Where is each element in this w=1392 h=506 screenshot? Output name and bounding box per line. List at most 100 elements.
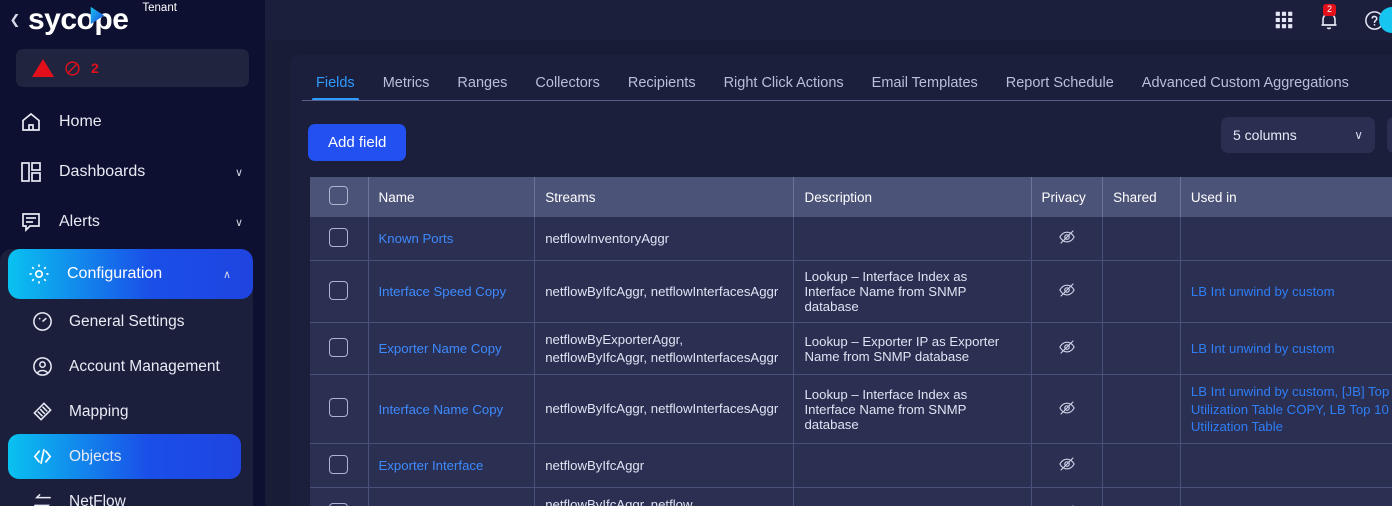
columns-select-value: 5 columns <box>1233 127 1297 143</box>
cell-streams: netflowInventoryAggr <box>534 217 795 261</box>
cell-privacy <box>1031 487 1104 506</box>
column-header-streams[interactable]: Streams <box>534 177 795 217</box>
sidebar-group-configuration: Configuration ∧ General Settings Account… <box>0 249 253 506</box>
column-header-name[interactable]: Name <box>368 177 536 217</box>
home-icon <box>18 110 43 135</box>
columns-select[interactable]: 5 columns ∨ <box>1221 117 1375 153</box>
tab-right-click-actions[interactable]: Right Click Actions <box>710 69 858 101</box>
alert-summary-pill[interactable]: 2 <box>16 49 249 87</box>
description-text: Lookup – Exporter IP as Exporter Name fr… <box>804 333 1000 364</box>
column-header-used-in[interactable]: Used in <box>1180 177 1392 217</box>
tab-fields[interactable]: Fields <box>302 69 369 101</box>
fields-table: Name Streams Description Privacy Shared … <box>310 177 1392 506</box>
field-name-link[interactable]: Known Ports <box>379 231 454 246</box>
description-text: Lookup – Interface Index as Interface Na… <box>804 269 968 314</box>
column-header-privacy[interactable]: Privacy <box>1031 177 1104 217</box>
row-checkbox[interactable] <box>329 280 349 300</box>
sidebar-item-dashboards[interactable]: Dashboards ∨ <box>0 147 265 197</box>
brand-header: ❮ sycope Tenant <box>0 0 265 40</box>
table-row: Interface Name Copy netflowByIfcAggr, net… <box>310 374 1392 445</box>
tab-email-templates[interactable]: Email Templates <box>858 69 992 101</box>
search-box[interactable] <box>1387 117 1392 153</box>
main-area: 2 Fields Metrics Ranges Collectors Recip… <box>265 0 1392 506</box>
cell-privacy <box>1031 260 1104 323</box>
eye-off-icon[interactable] <box>1058 455 1076 476</box>
tab-report-schedule[interactable]: Report Schedule <box>992 69 1128 101</box>
cell-shared <box>1102 487 1181 506</box>
cell-shared <box>1102 260 1181 323</box>
column-header-description[interactable]: Description <box>793 177 1032 217</box>
sidebar-item-mapping[interactable]: Mapping <box>0 389 253 434</box>
cell-privacy <box>1031 443 1104 489</box>
table-body: Known Ports netflowInventoryAggr Interface… <box>310 217 1392 506</box>
sidebar-item-label: Objects <box>69 447 122 465</box>
cell-description: Lookup – Interface Index as Interface Na… <box>793 260 1032 323</box>
used-in-link[interactable]: LB Int unwind by custom, [JB] Top 10 Int… <box>1191 384 1392 434</box>
notification-badge: 2 <box>1323 4 1336 16</box>
sidebar-item-label: Dashboards <box>59 163 146 180</box>
speedometer-icon <box>30 310 54 334</box>
sidebar-item-label: Configuration <box>67 265 163 282</box>
streams-text: netflowByIfcAggr, netflow, netflowInvent… <box>545 497 696 506</box>
eye-off-icon[interactable] <box>1058 399 1076 420</box>
cell-name: Server Subnet <box>368 487 536 506</box>
tab-ranges[interactable]: Ranges <box>443 69 521 101</box>
cell-shared <box>1102 443 1181 489</box>
sidebar-collapse-icon[interactable]: ❮ <box>8 14 22 27</box>
cell-streams: netflowByIfcAggr <box>534 443 795 489</box>
cell-name: Interface Speed Copy <box>368 260 536 323</box>
tab-recipients[interactable]: Recipients <box>614 69 710 101</box>
tab-metrics[interactable]: Metrics <box>369 69 444 101</box>
sidebar-item-alerts[interactable]: Alerts ∨ <box>0 197 265 247</box>
eye-off-icon[interactable] <box>1058 281 1076 302</box>
sidebar-item-home[interactable]: Home <box>0 97 265 147</box>
tab-advanced-custom-aggregations[interactable]: Advanced Custom Aggregations <box>1128 69 1363 101</box>
sidebar: ❮ sycope Tenant 2 Home Dashboards ∨ Aler… <box>0 0 265 506</box>
row-checkbox[interactable] <box>329 454 349 474</box>
alert-count: 2 <box>91 60 99 76</box>
tab-collectors[interactable]: Collectors <box>521 69 613 101</box>
netflow-arrows-icon <box>30 490 54 506</box>
user-circle-icon <box>30 355 54 379</box>
add-field-button[interactable]: Add field <box>308 123 407 161</box>
chevron-down-icon[interactable]: ∨ <box>235 216 243 229</box>
sidebar-item-account-management[interactable]: Account Management <box>0 344 253 389</box>
field-name-link[interactable]: Exporter Name Copy <box>379 341 502 356</box>
row-select-cell <box>310 443 369 489</box>
eye-off-icon[interactable] <box>1058 338 1076 359</box>
cell-name: Exporter Interface <box>368 443 536 489</box>
logo[interactable]: sycope <box>28 3 129 36</box>
fields-table-wrapper: Name Streams Description Privacy Shared … <box>290 167 1392 506</box>
used-in-link[interactable]: LB Int unwind by custom <box>1191 284 1335 299</box>
sidebar-item-netflow[interactable]: NetFlow <box>0 479 253 506</box>
chevron-up-icon[interactable]: ∧ <box>223 268 231 281</box>
field-name-link[interactable]: Interface Speed Copy <box>379 284 507 299</box>
select-all-header <box>310 177 369 217</box>
logo-text: sycope <box>28 3 129 36</box>
app-root: ❮ sycope Tenant 2 Home Dashboards ∨ Aler… <box>0 0 1392 506</box>
sidebar-item-general-settings[interactable]: General Settings <box>0 299 253 344</box>
field-name-link[interactable]: Interface Name Copy <box>379 402 504 417</box>
row-checkbox[interactable] <box>329 227 349 247</box>
sidebar-item-objects[interactable]: Objects <box>8 434 241 479</box>
cell-description: Lookup – Interface Index as Interface Na… <box>793 374 1032 445</box>
bell-icon[interactable]: 2 <box>1317 4 1341 32</box>
row-checkbox[interactable] <box>329 398 349 418</box>
select-all-checkbox[interactable] <box>329 186 349 205</box>
topbar: 2 <box>265 0 1392 40</box>
cell-used-in <box>1180 443 1392 489</box>
cell-privacy <box>1031 322 1104 376</box>
column-header-shared[interactable]: Shared <box>1102 177 1181 217</box>
eye-off-icon[interactable] <box>1058 228 1076 249</box>
cell-used-in: LB Int unwind by custom <box>1180 260 1392 323</box>
field-name-link[interactable]: Exporter Interface <box>379 458 484 473</box>
row-checkbox[interactable] <box>329 337 349 357</box>
sidebar-item-configuration[interactable]: Configuration ∧ <box>8 249 253 299</box>
toolbar-right: 5 columns ∨ <box>1221 117 1392 153</box>
chevron-down-icon[interactable]: ∨ <box>235 166 243 179</box>
used-in-link[interactable]: LB Int unwind by custom <box>1191 341 1335 356</box>
content-panel: Fields Metrics Ranges Collectors Recipie… <box>290 55 1392 506</box>
streams-text: netflowByIfcAggr, netflowInterfacesAggr <box>545 401 779 417</box>
row-select-cell <box>310 260 369 323</box>
grid-apps-icon[interactable] <box>1273 9 1295 31</box>
